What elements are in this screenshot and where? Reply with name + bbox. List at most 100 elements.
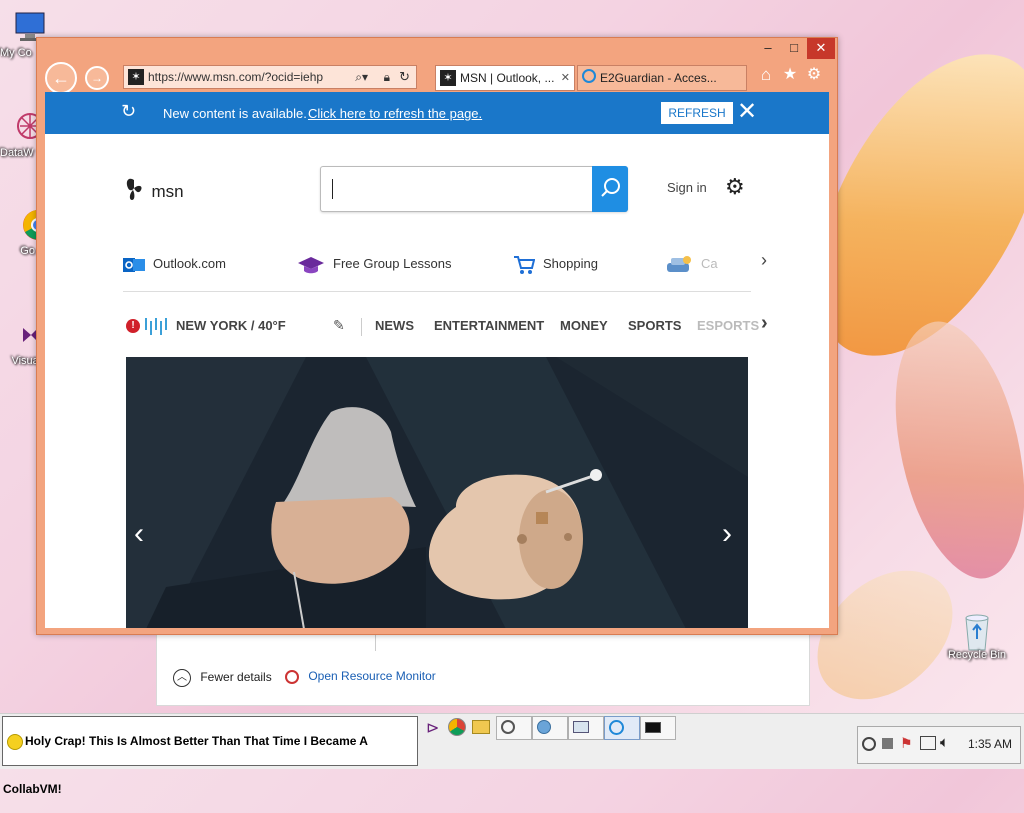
resource-monitor-icon: [285, 669, 299, 684]
file-explorer-taskbar-icon[interactable]: [472, 720, 490, 734]
taskbar-button-cmd[interactable]: [640, 716, 676, 740]
weather-location[interactable]: NEW YORK / 40°F: [176, 318, 286, 333]
carousel-next-icon[interactable]: ›: [722, 517, 732, 551]
quick-link-free-group-lessons[interactable]: Free Group Lessons: [297, 252, 452, 276]
tray-stop-icon[interactable]: [882, 738, 893, 749]
close-tab-icon[interactable]: ✕: [561, 66, 570, 90]
rain-weather-icon: [143, 316, 169, 341]
butterfly-icon: [123, 176, 145, 207]
command-prompt-icon: [645, 722, 661, 733]
back-button[interactable]: ←: [45, 62, 77, 94]
msn-favicon: ✶: [440, 70, 456, 86]
nav-esports[interactable]: ESPORTS: [697, 318, 759, 333]
hero-image[interactable]: ‹ ›: [126, 357, 748, 628]
quick-link-shopping[interactable]: Shopping: [513, 252, 598, 276]
carousel-prev-icon[interactable]: ‹: [134, 517, 144, 551]
monitor-icon: [573, 721, 589, 733]
settings-gear-icon[interactable]: ⚙: [725, 174, 745, 200]
chrome-taskbar-icon[interactable]: [448, 718, 466, 736]
open-resource-monitor-link[interactable]: Open Resource Monitor: [285, 669, 436, 684]
quick-link-outlook[interactable]: Outlook.com: [123, 252, 226, 276]
minimize-button[interactable]: –: [755, 38, 781, 59]
open-resource-monitor-label: Open Resource Monitor: [308, 669, 436, 683]
msn-logo-text: msn: [151, 181, 184, 201]
home-icon[interactable]: ⌂: [757, 66, 775, 84]
car-icon: [665, 255, 693, 275]
collabvm-title-text: Holy Crap! This Is Almost Better Than Th…: [3, 734, 368, 796]
new-content-banner: ↻ New content is available. Click here t…: [45, 92, 829, 134]
refresh-icon[interactable]: ↻: [399, 66, 410, 88]
chevron-up-icon: ︿: [173, 669, 191, 687]
tab-title: E2Guardian - Acces...: [600, 71, 717, 85]
search-dropdown-icon[interactable]: ⌕▾: [355, 66, 368, 88]
globe-icon: [537, 720, 551, 734]
arrow-left-icon: ←: [52, 68, 70, 88]
quick-link-label: Outlook.com: [153, 256, 226, 271]
search-button[interactable]: [592, 166, 628, 212]
refresh-button[interactable]: REFRESH: [661, 102, 733, 124]
fewer-details-button[interactable]: ︿ Fewer details: [173, 669, 272, 687]
recycle-bin-icon: [960, 612, 994, 651]
taskbar-button-app3[interactable]: [568, 716, 604, 740]
sign-in-link[interactable]: Sign in: [667, 180, 707, 195]
quick-link-label: Ca: [701, 256, 718, 271]
tab-e2guardian[interactable]: E2Guardian - Acces...: [577, 65, 747, 91]
divider: [361, 318, 362, 336]
refresh-page-link[interactable]: Click here to refresh the page.: [308, 106, 482, 121]
visual-studio-taskbar-icon[interactable]: ⊳: [426, 718, 439, 738]
tab-title: MSN | Outlook, ...: [460, 71, 555, 85]
collabvm-title-bar: Holy Crap! This Is Almost Better Than Th…: [2, 716, 418, 796]
hearing-aid-image: [126, 357, 748, 628]
msn-logo[interactable]: msn: [123, 176, 184, 204]
flag-alert-icon[interactable]: ⚑: [900, 735, 913, 752]
tab-msn[interactable]: ✶ MSN | Outlook, ... ✕: [435, 65, 575, 91]
close-banner-icon[interactable]: ✕: [737, 98, 757, 126]
internet-explorer-window: – □ ✕ ← → ✶ https://www.msn.com/?ocid=ieh…: [36, 37, 838, 635]
chevron-right-icon[interactable]: ›: [761, 312, 768, 335]
close-window-button[interactable]: ✕: [807, 38, 835, 59]
taskbar-button-app2[interactable]: [532, 716, 568, 740]
text-caret: [332, 179, 333, 199]
settings-gear-icon[interactable]: ⚙: [805, 66, 823, 84]
quick-link-label: Free Group Lessons: [333, 256, 452, 271]
address-bar[interactable]: ✶ https://www.msn.com/?ocid=iehp ⌕▾ 🔒︎ ↻: [123, 65, 417, 89]
desktop-icon-label: Recycle Bin: [947, 649, 1007, 661]
shopping-cart-icon: [513, 255, 536, 275]
system-tray: ⚑ 🔈︎ 1:35 AM: [857, 726, 1021, 764]
alert-icon[interactable]: !: [126, 319, 140, 333]
network-icon[interactable]: [920, 736, 936, 750]
clock[interactable]: 1:35 AM: [968, 737, 1012, 751]
lock-icon[interactable]: 🔒︎: [384, 66, 390, 88]
chevron-right-icon[interactable]: ›: [761, 250, 767, 271]
taskbar-button-app1[interactable]: [496, 716, 532, 740]
forward-button[interactable]: →: [85, 66, 109, 90]
msn-favicon: ✶: [128, 69, 144, 85]
navigation-bar: ← → ✶ https://www.msn.com/?ocid=iehp ⌕▾ 🔒…: [43, 62, 831, 94]
edit-pencil-icon[interactable]: ✎: [333, 317, 345, 334]
taskbar-button-internet-explorer[interactable]: [604, 716, 640, 740]
banner-text: New content is available.: [163, 106, 307, 121]
refresh-icon: ↻: [121, 101, 137, 121]
desktop-icon-recycle-bin[interactable]: Recycle Bin: [942, 612, 1012, 661]
nav-sports[interactable]: SPORTS: [628, 318, 681, 333]
volume-icon[interactable]: 🔈︎: [940, 734, 949, 751]
quick-link-cars[interactable]: Ca: [665, 252, 723, 276]
quick-link-label: Shopping: [543, 256, 598, 271]
ie-favicon: [582, 69, 596, 83]
arrow-right-icon: →: [91, 71, 103, 85]
nav-news[interactable]: NEWS: [375, 318, 414, 333]
taskbar: Holy Crap! This Is Almost Better Than Th…: [0, 713, 1024, 796]
msn-search-box[interactable]: [320, 166, 628, 212]
task-manager-window: ︿ Fewer details Open Resource Monitor: [156, 630, 810, 706]
favorites-star-icon[interactable]: ★: [781, 66, 799, 84]
maximize-button[interactable]: □: [781, 38, 807, 59]
nav-entertainment[interactable]: ENTERTAINMENT: [434, 318, 544, 333]
divider: [123, 291, 751, 292]
graduation-cap-icon: [297, 255, 325, 275]
smiley-icon: [7, 733, 23, 750]
outlook-icon: [123, 255, 145, 275]
search-icon: [601, 178, 620, 197]
nav-money[interactable]: MONEY: [560, 318, 608, 333]
tray-app-icon[interactable]: [862, 737, 876, 751]
address-text: https://www.msn.com/?ocid=iehp: [148, 70, 324, 84]
